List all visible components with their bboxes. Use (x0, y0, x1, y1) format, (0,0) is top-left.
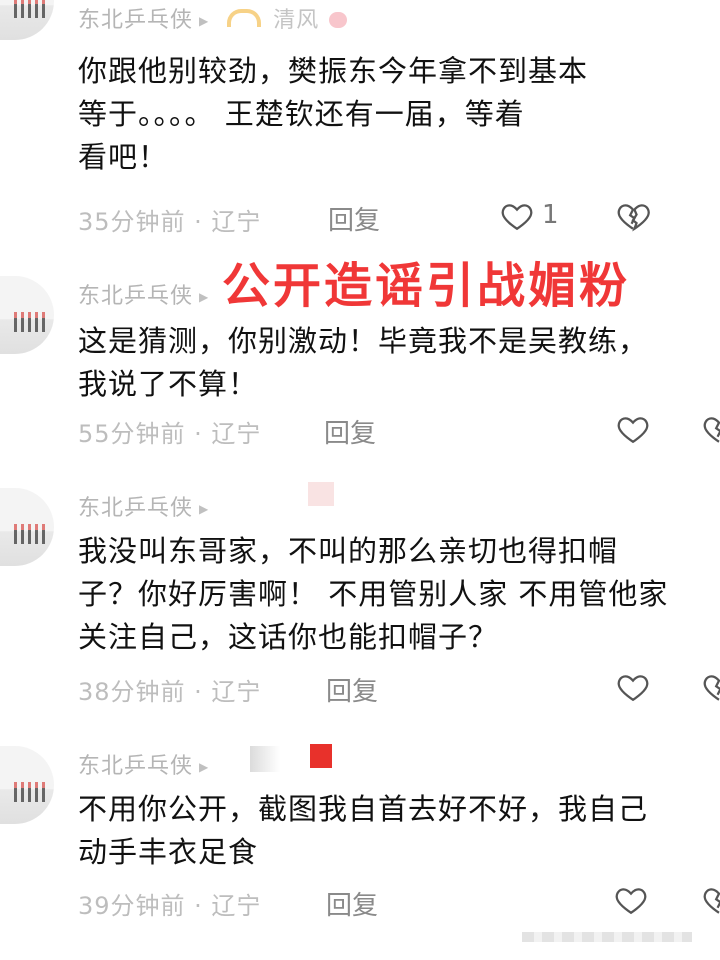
rainbow-icon (227, 9, 262, 27)
broken-heart-icon[interactable] (616, 199, 650, 233)
comment-text: 不用你公开，截图我自首去好不好，我自己 动手丰衣足食 (78, 792, 649, 869)
avatar[interactable] (0, 746, 54, 824)
username[interactable]: 东北乒乓侠 (78, 496, 193, 521)
blurred-badge (250, 746, 280, 772)
comment-time-location: 38分钟前 · 辽宁 (78, 678, 262, 706)
heart-outline-icon[interactable] (616, 670, 650, 704)
reply-button[interactable]: 回复 (326, 671, 378, 708)
username[interactable]: 东北乒乓侠 (78, 754, 193, 779)
avatar[interactable] (0, 0, 54, 40)
broken-heart-icon[interactable] (702, 670, 720, 704)
username[interactable]: 东北乒乓侠 (78, 284, 193, 309)
username-row: 东北乒乓侠 ▶ (78, 278, 209, 310)
reply-button[interactable]: 回复 (324, 413, 376, 450)
play-icon: ▶ (199, 502, 210, 516)
comment-time-location: 55分钟前 · 辽宁 (78, 420, 262, 448)
avatar[interactable] (0, 276, 54, 354)
username[interactable]: 东北乒乓侠 (78, 8, 193, 33)
heart-outline-icon[interactable] (500, 199, 534, 233)
reply-button[interactable]: 回复 (328, 200, 380, 237)
overlay-caption: 公开造谣引战媚粉 (222, 258, 631, 314)
play-icon: ▶ (199, 14, 210, 28)
user-badge: 清风 (273, 8, 320, 33)
blurred-badge (308, 482, 334, 506)
avatar[interactable] (0, 488, 54, 566)
broken-heart-icon[interactable] (702, 412, 720, 446)
heart-badge-icon (329, 12, 348, 28)
red-badge-icon (310, 744, 332, 768)
like-count: 1 (542, 200, 559, 230)
play-icon: ▶ (199, 760, 210, 774)
comment-text: 我没叫东哥家，不叫的那么亲切也得扣帽 子？你好厉害啊！ 不用管别人家 不用管他家… (78, 534, 669, 654)
heart-outline-icon[interactable] (614, 883, 648, 917)
username-row: 东北乒乓侠 ▶ (78, 748, 209, 780)
username-row: 东北乒乓侠 ▶ 清风 (78, 2, 348, 34)
comment-time-location: 35分钟前 · 辽宁 (78, 208, 262, 236)
play-icon: ▶ (199, 290, 210, 304)
watermark (522, 932, 692, 942)
comment-text: 这是猜测，你别激动！毕竟我不是吴教练， 我说了不算！ (78, 324, 649, 401)
username-row: 东北乒乓侠 ▶ (78, 490, 209, 522)
comment-text: 你跟他别较劲，樊振东今年拿不到基本 等于。。。。 王楚钦还有一届，等着 看吧！ (78, 54, 589, 174)
reply-button[interactable]: 回复 (326, 885, 378, 922)
comment-time-location: 39分钟前 · 辽宁 (78, 892, 262, 920)
heart-outline-icon[interactable] (616, 412, 650, 446)
broken-heart-icon[interactable] (702, 883, 720, 917)
